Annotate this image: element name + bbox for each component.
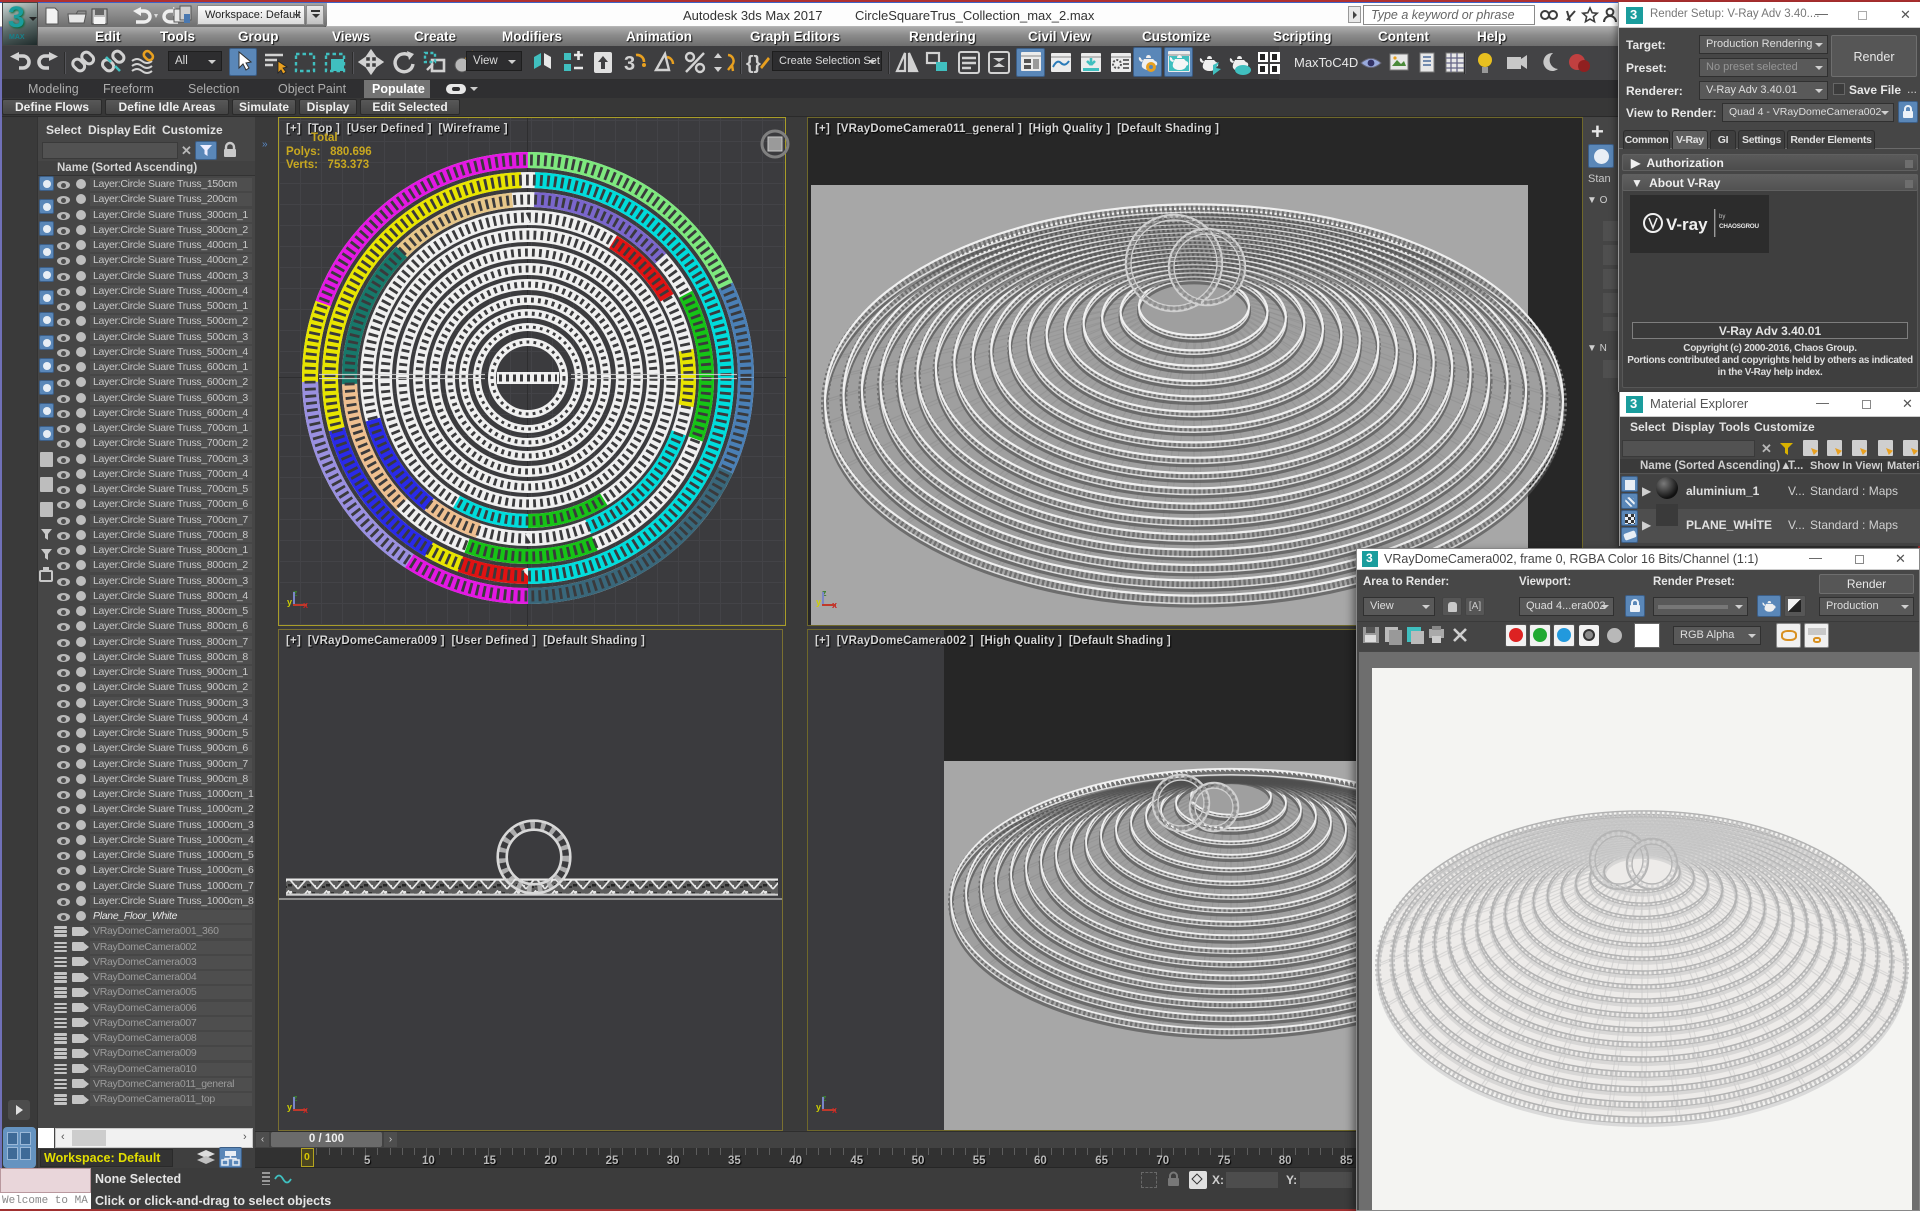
svg-text:CHAOSGROUP: CHAOSGROUP — [1719, 223, 1759, 230]
svg-text:{}: {} — [746, 53, 761, 74]
svg-text:3: 3 — [624, 53, 635, 75]
svg-text:V-ray: V-ray — [1666, 215, 1708, 234]
svg-text:by: by — [1719, 214, 1725, 220]
